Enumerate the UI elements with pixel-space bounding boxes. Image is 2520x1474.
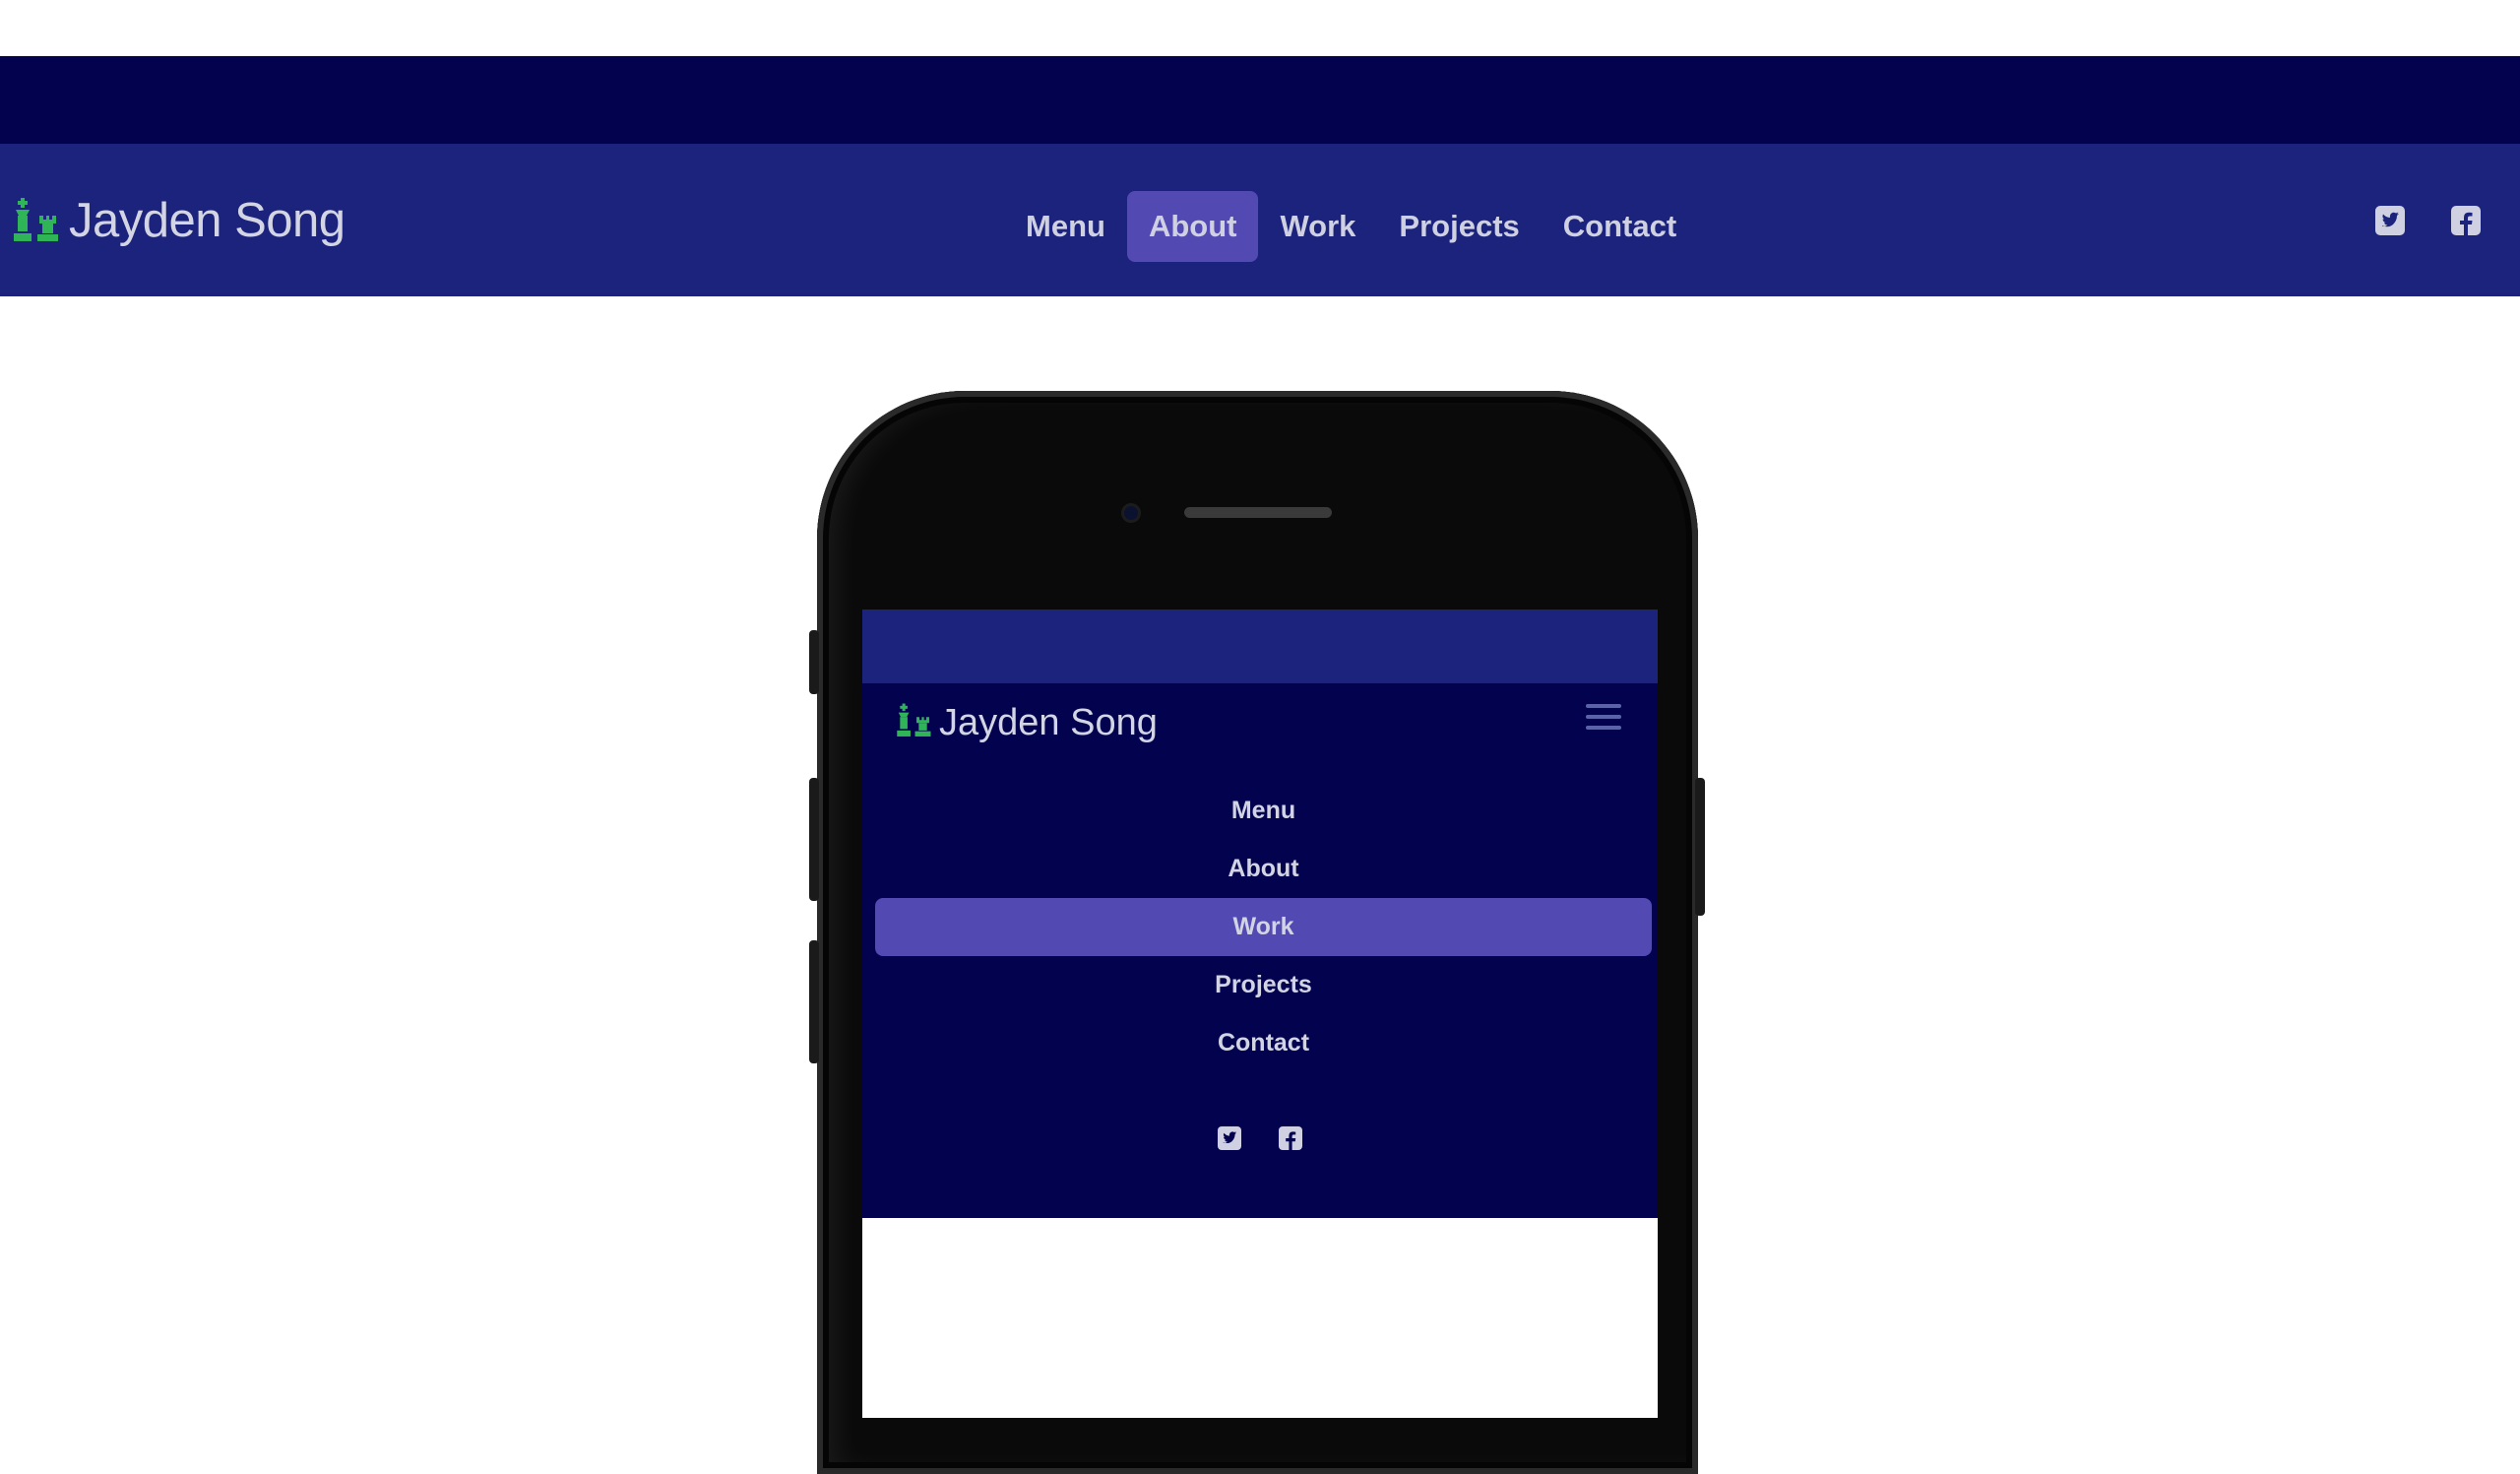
brand[interactable]: Jayden Song [10,144,346,296]
phone-silent-switch [809,630,819,694]
phone-screen: Jayden Song Menu About Work Projects Con… [862,609,1658,1418]
mobile-top-strip [862,609,1658,683]
facebook-square-icon[interactable] [1279,1126,1302,1150]
twitter-square-icon [2375,205,2405,235]
nav-menu[interactable]: Menu [1004,191,1127,262]
mobile-nav-about[interactable]: About [875,840,1652,898]
top-strip [0,56,2520,144]
navbar: Jayden Song Menu About Work Projects Con… [0,144,2520,296]
facebook-link[interactable] [2451,144,2481,296]
hamburger-menu-icon[interactable] [1586,704,1621,734]
mobile-brand[interactable]: Jayden Song [894,693,1158,752]
phone-camera [1121,503,1141,523]
nav-about[interactable]: About [1126,191,1259,262]
main-nav: Menu About Work Projects Contact [1004,191,1698,262]
phone-volume-up [809,778,819,901]
nav-projects[interactable]: Projects [1377,191,1541,262]
phone-speaker [1184,507,1332,518]
twitter-square-icon[interactable] [1218,1126,1241,1150]
mobile-social [862,1126,1658,1150]
chess-pieces-icon [894,702,933,744]
nav-work[interactable]: Work [1258,191,1377,262]
mobile-nav-menu[interactable]: Menu [875,782,1652,840]
mobile-nav-projects[interactable]: Projects [875,956,1652,1014]
mobile-nav-work[interactable]: Work [875,898,1652,956]
mobile-nav-contact[interactable]: Contact [875,1014,1652,1072]
phone-volume-down [809,940,819,1063]
mobile-brand-name: Jayden Song [939,701,1158,743]
phone-power-button [1695,778,1705,916]
brand-name: Jayden Song [69,193,346,247]
facebook-square-icon [2451,205,2481,235]
twitter-link[interactable] [2375,144,2405,296]
mobile-navbar: Jayden Song Menu About Work Projects Con… [862,683,1658,1218]
mobile-nav-links: Menu About Work Projects Contact [862,782,1658,1072]
nav-contact[interactable]: Contact [1542,191,1698,262]
chess-pieces-icon [10,196,61,245]
